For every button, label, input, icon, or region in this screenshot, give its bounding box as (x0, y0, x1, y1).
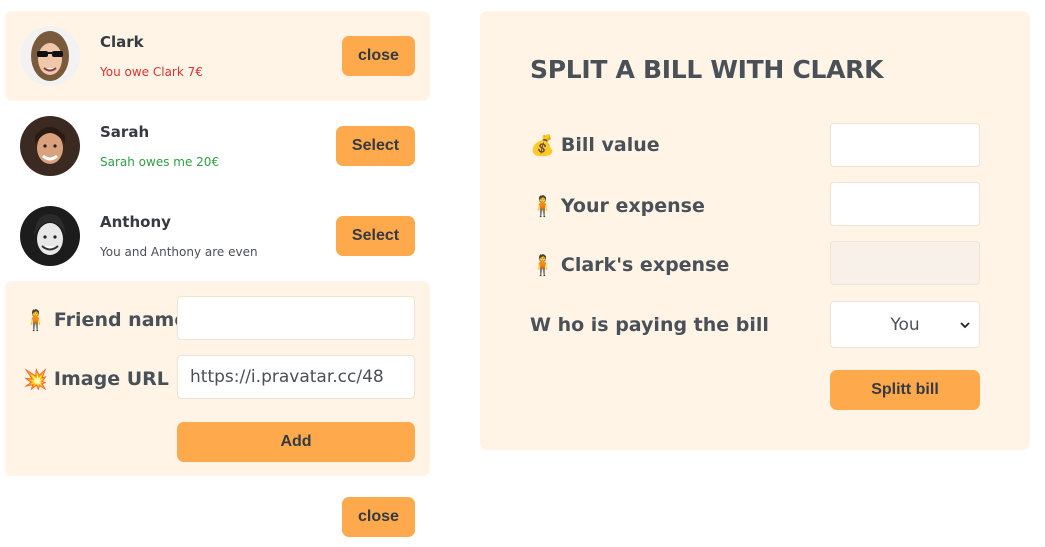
friend-name: Sarah (100, 123, 150, 141)
bill-value-input[interactable] (830, 123, 980, 167)
money-bag-icon: 💰 (530, 133, 555, 157)
avatar (20, 116, 80, 176)
person-icon: 🧍 (23, 308, 48, 332)
friend-name-input[interactable] (177, 296, 415, 340)
image-url-label: 💥 Image URL (23, 367, 169, 391)
select-button[interactable]: Select (336, 216, 415, 256)
friend-name: Anthony (100, 213, 171, 231)
person-icon: 🧍 (530, 253, 555, 277)
friend-item-anthony: Anthony You and Anthony are even Select (5, 191, 430, 281)
friend-balance: You and Anthony are even (100, 245, 258, 259)
friend-expense-input (830, 241, 980, 285)
avatar (20, 26, 80, 86)
close-form-button[interactable]: close (342, 497, 415, 537)
split-bill-form: SPLIT A BILL WITH CLARK 💰 Bill value 🧍 Y… (480, 11, 1030, 450)
image-url-input[interactable]: https://i.pravatar.cc/48 (177, 355, 415, 399)
collision-icon: 💥 (23, 367, 48, 391)
friend-name-label: 🧍 Friend name (23, 308, 188, 332)
page-title: SPLIT A BILL WITH CLARK (530, 55, 884, 84)
your-expense-input[interactable] (830, 182, 980, 226)
friend-name: Clark (100, 33, 144, 51)
friend-expense-label: 🧍 Clark's expense (530, 253, 730, 277)
friend-item-sarah: Sarah Sarah owes me 20€ Select (5, 101, 430, 191)
chevron-down-icon (960, 322, 970, 329)
bill-value-label: 💰 Bill value (530, 133, 660, 157)
add-button[interactable]: Add (177, 422, 415, 462)
select-button[interactable]: Select (336, 126, 415, 166)
friend-balance: You owe Clark 7€ (100, 65, 203, 79)
friend-balance: Sarah owes me 20€ (100, 155, 220, 169)
close-button[interactable]: close (342, 36, 415, 76)
add-friend-form: 🧍 Friend name 💥 Image URL https://i.prav… (5, 281, 430, 476)
friend-item-clark: Clark You owe Clark 7€ close (5, 11, 430, 101)
payer-select[interactable]: You (830, 301, 980, 348)
your-expense-label: 🧍 Your expense (530, 194, 705, 218)
payer-label: W ho is paying the bill (530, 314, 769, 336)
split-bill-button[interactable]: Splitt bill (830, 370, 980, 410)
person-icon: 🧍 (530, 194, 555, 218)
avatar (20, 206, 80, 266)
payer-selected-value: You (890, 314, 920, 335)
